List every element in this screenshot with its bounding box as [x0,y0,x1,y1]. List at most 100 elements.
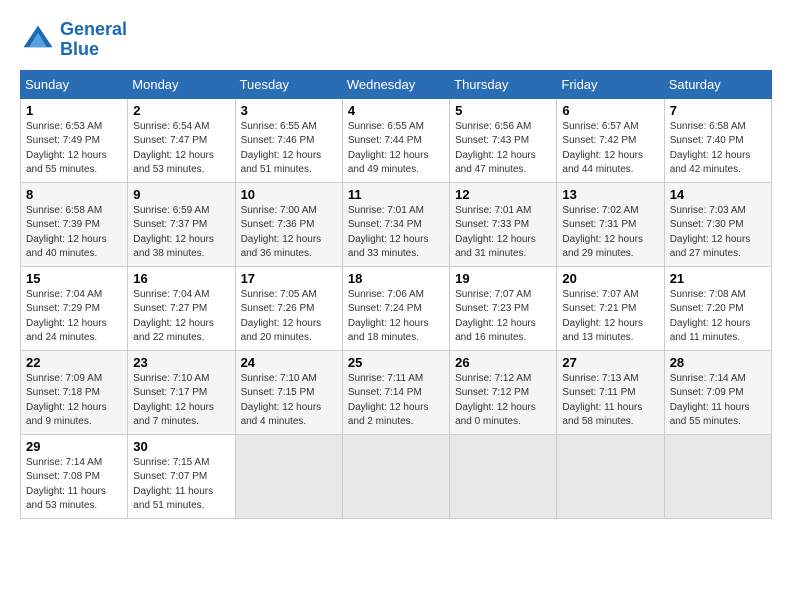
calendar-cell: 29 Sunrise: 7:14 AMSunset: 7:08 PMDaylig… [21,434,128,518]
calendar-cell: 18 Sunrise: 7:06 AMSunset: 7:24 PMDaylig… [342,266,449,350]
day-info: Sunrise: 7:14 AMSunset: 7:08 PMDaylight:… [26,457,106,512]
day-number: 14 [670,187,766,202]
day-info: Sunrise: 7:07 AMSunset: 7:23 PMDaylight:… [455,289,536,344]
calendar-day-header: Wednesday [342,70,449,98]
calendar-week-row: 22 Sunrise: 7:09 AMSunset: 7:18 PMDaylig… [21,350,772,434]
calendar-cell: 13 Sunrise: 7:02 AMSunset: 7:31 PMDaylig… [557,182,664,266]
day-number: 11 [348,187,444,202]
day-info: Sunrise: 7:12 AMSunset: 7:12 PMDaylight:… [455,373,536,428]
calendar-cell: 2 Sunrise: 6:54 AMSunset: 7:47 PMDayligh… [128,98,235,182]
day-info: Sunrise: 7:11 AMSunset: 7:14 PMDaylight:… [348,373,429,428]
day-number: 26 [455,355,551,370]
day-number: 3 [241,103,337,118]
calendar-cell: 28 Sunrise: 7:14 AMSunset: 7:09 PMDaylig… [664,350,771,434]
day-number: 16 [133,271,229,286]
day-number: 8 [26,187,122,202]
day-number: 24 [241,355,337,370]
calendar-cell: 25 Sunrise: 7:11 AMSunset: 7:14 PMDaylig… [342,350,449,434]
logo-text: General Blue [60,20,127,60]
calendar-cell: 14 Sunrise: 7:03 AMSunset: 7:30 PMDaylig… [664,182,771,266]
calendar-cell: 21 Sunrise: 7:08 AMSunset: 7:20 PMDaylig… [664,266,771,350]
calendar-week-row: 15 Sunrise: 7:04 AMSunset: 7:29 PMDaylig… [21,266,772,350]
day-number: 13 [562,187,658,202]
calendar-cell: 1 Sunrise: 6:53 AMSunset: 7:49 PMDayligh… [21,98,128,182]
calendar-cell: 16 Sunrise: 7:04 AMSunset: 7:27 PMDaylig… [128,266,235,350]
logo: General Blue [20,20,127,60]
day-info: Sunrise: 6:58 AMSunset: 7:39 PMDaylight:… [26,205,107,260]
day-info: Sunrise: 7:08 AMSunset: 7:20 PMDaylight:… [670,289,751,344]
day-number: 30 [133,439,229,454]
day-number: 27 [562,355,658,370]
day-number: 22 [26,355,122,370]
calendar-cell: 24 Sunrise: 7:10 AMSunset: 7:15 PMDaylig… [235,350,342,434]
calendar-cell: 8 Sunrise: 6:58 AMSunset: 7:39 PMDayligh… [21,182,128,266]
calendar-table: SundayMondayTuesdayWednesdayThursdayFrid… [20,70,772,519]
day-number: 12 [455,187,551,202]
day-number: 6 [562,103,658,118]
day-info: Sunrise: 7:01 AMSunset: 7:33 PMDaylight:… [455,205,536,260]
calendar-day-header: Saturday [664,70,771,98]
day-info: Sunrise: 7:01 AMSunset: 7:34 PMDaylight:… [348,205,429,260]
calendar-cell: 19 Sunrise: 7:07 AMSunset: 7:23 PMDaylig… [450,266,557,350]
logo-icon [20,22,56,58]
day-info: Sunrise: 6:57 AMSunset: 7:42 PMDaylight:… [562,121,643,176]
day-info: Sunrise: 7:10 AMSunset: 7:15 PMDaylight:… [241,373,322,428]
calendar-cell: 11 Sunrise: 7:01 AMSunset: 7:34 PMDaylig… [342,182,449,266]
day-number: 20 [562,271,658,286]
calendar-cell: 3 Sunrise: 6:55 AMSunset: 7:46 PMDayligh… [235,98,342,182]
day-number: 17 [241,271,337,286]
day-info: Sunrise: 7:09 AMSunset: 7:18 PMDaylight:… [26,373,107,428]
calendar-cell: 30 Sunrise: 7:15 AMSunset: 7:07 PMDaylig… [128,434,235,518]
day-info: Sunrise: 7:13 AMSunset: 7:11 PMDaylight:… [562,373,642,428]
day-info: Sunrise: 7:05 AMSunset: 7:26 PMDaylight:… [241,289,322,344]
calendar-cell [664,434,771,518]
day-info: Sunrise: 6:55 AMSunset: 7:46 PMDaylight:… [241,121,322,176]
calendar-cell [342,434,449,518]
day-info: Sunrise: 7:03 AMSunset: 7:30 PMDaylight:… [670,205,751,260]
day-number: 18 [348,271,444,286]
day-number: 2 [133,103,229,118]
day-info: Sunrise: 7:14 AMSunset: 7:09 PMDaylight:… [670,373,750,428]
day-info: Sunrise: 6:54 AMSunset: 7:47 PMDaylight:… [133,121,214,176]
calendar-cell [450,434,557,518]
day-info: Sunrise: 7:04 AMSunset: 7:27 PMDaylight:… [133,289,214,344]
calendar-cell: 17 Sunrise: 7:05 AMSunset: 7:26 PMDaylig… [235,266,342,350]
day-info: Sunrise: 6:55 AMSunset: 7:44 PMDaylight:… [348,121,429,176]
day-info: Sunrise: 7:02 AMSunset: 7:31 PMDaylight:… [562,205,643,260]
day-info: Sunrise: 6:59 AMSunset: 7:37 PMDaylight:… [133,205,214,260]
day-number: 21 [670,271,766,286]
calendar-cell: 5 Sunrise: 6:56 AMSunset: 7:43 PMDayligh… [450,98,557,182]
calendar-cell: 6 Sunrise: 6:57 AMSunset: 7:42 PMDayligh… [557,98,664,182]
day-number: 19 [455,271,551,286]
day-info: Sunrise: 7:10 AMSunset: 7:17 PMDaylight:… [133,373,214,428]
day-info: Sunrise: 7:15 AMSunset: 7:07 PMDaylight:… [133,457,213,512]
calendar-day-header: Thursday [450,70,557,98]
day-number: 1 [26,103,122,118]
calendar-cell [557,434,664,518]
day-number: 7 [670,103,766,118]
calendar-week-row: 8 Sunrise: 6:58 AMSunset: 7:39 PMDayligh… [21,182,772,266]
calendar-day-header: Tuesday [235,70,342,98]
calendar-day-header: Sunday [21,70,128,98]
calendar-day-header: Friday [557,70,664,98]
calendar-cell: 23 Sunrise: 7:10 AMSunset: 7:17 PMDaylig… [128,350,235,434]
day-number: 28 [670,355,766,370]
day-number: 23 [133,355,229,370]
calendar-cell: 15 Sunrise: 7:04 AMSunset: 7:29 PMDaylig… [21,266,128,350]
calendar-cell: 26 Sunrise: 7:12 AMSunset: 7:12 PMDaylig… [450,350,557,434]
calendar-cell: 4 Sunrise: 6:55 AMSunset: 7:44 PMDayligh… [342,98,449,182]
day-info: Sunrise: 6:58 AMSunset: 7:40 PMDaylight:… [670,121,751,176]
calendar-week-row: 29 Sunrise: 7:14 AMSunset: 7:08 PMDaylig… [21,434,772,518]
calendar-day-header: Monday [128,70,235,98]
calendar-cell: 12 Sunrise: 7:01 AMSunset: 7:33 PMDaylig… [450,182,557,266]
calendar-cell: 7 Sunrise: 6:58 AMSunset: 7:40 PMDayligh… [664,98,771,182]
calendar-body: 1 Sunrise: 6:53 AMSunset: 7:49 PMDayligh… [21,98,772,518]
day-number: 9 [133,187,229,202]
calendar-cell: 9 Sunrise: 6:59 AMSunset: 7:37 PMDayligh… [128,182,235,266]
calendar-cell: 20 Sunrise: 7:07 AMSunset: 7:21 PMDaylig… [557,266,664,350]
day-number: 29 [26,439,122,454]
calendar-week-row: 1 Sunrise: 6:53 AMSunset: 7:49 PMDayligh… [21,98,772,182]
calendar-header-row: SundayMondayTuesdayWednesdayThursdayFrid… [21,70,772,98]
day-number: 4 [348,103,444,118]
calendar-cell: 27 Sunrise: 7:13 AMSunset: 7:11 PMDaylig… [557,350,664,434]
